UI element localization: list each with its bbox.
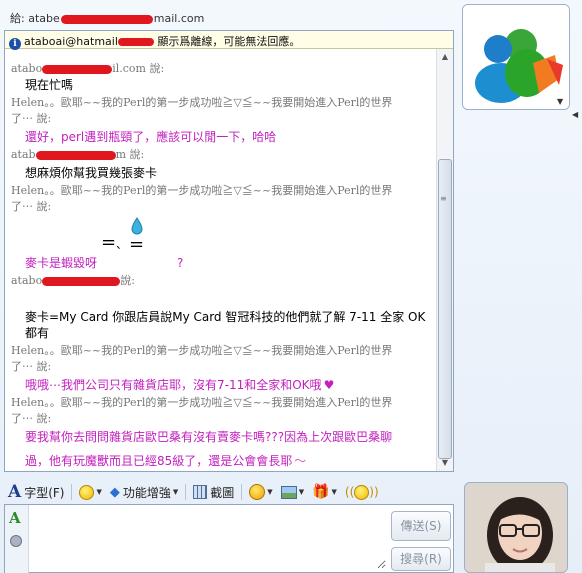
message-text: 想麻煩你幫我買幾張麥卡 bbox=[25, 166, 158, 180]
gift-icon: 🎁 bbox=[312, 484, 330, 500]
wink-icon bbox=[249, 484, 266, 500]
redaction-mark bbox=[117, 38, 154, 46]
voice-clip-icon[interactable] bbox=[10, 535, 22, 547]
message-text: 過，他有玩魔獸而且已經85級了，還是公會會長耶〜 bbox=[25, 454, 307, 468]
message-input[interactable] bbox=[31, 507, 386, 569]
scroll-up-arrow[interactable]: ▲ bbox=[437, 49, 453, 65]
gift-button[interactable]: 🎁 ▼ bbox=[308, 481, 341, 503]
offline-notice: i ataboai@hatmail 顯示爲離線，可能無法回應。 bbox=[5, 31, 453, 50]
nudge-button[interactable]: (()) bbox=[341, 481, 383, 503]
divider bbox=[185, 484, 187, 500]
chevron-down-icon: ▼ bbox=[298, 488, 305, 496]
messenger-buddy-icon bbox=[463, 5, 569, 109]
recipient-suffix: mail.com bbox=[153, 12, 205, 25]
font-icon: A bbox=[8, 482, 22, 502]
message-text: 現在忙嗎 bbox=[25, 78, 74, 92]
expand-arrow-icon[interactable]: ◀ bbox=[572, 110, 578, 119]
contact-display-picture[interactable]: ▼ bbox=[462, 4, 570, 110]
chevron-down-icon: ▼ bbox=[331, 488, 337, 496]
wink-button[interactable]: ▼ bbox=[245, 481, 276, 503]
sender-line: Helen。。歐耶~~我的Perl的第一步成功啦≧▽≦~~我要開始進入Perl的… bbox=[11, 344, 393, 357]
message-text: 還好，perl遇到瓶頸了，應該可以閒一下，哈哈 bbox=[25, 130, 277, 144]
sender-line: atab m 說: bbox=[11, 148, 145, 161]
screenshot-button[interactable]: 截圖 bbox=[189, 481, 238, 503]
font-button[interactable]: A 字型(F) bbox=[4, 481, 68, 503]
grid-icon bbox=[193, 485, 208, 499]
face-icon bbox=[354, 484, 370, 500]
divider bbox=[71, 484, 73, 500]
chevron-down-icon: ▼ bbox=[172, 488, 179, 496]
message-text: 麥卡是蝦毀呀? bbox=[25, 256, 184, 270]
scroll-down-arrow[interactable]: ▼ bbox=[437, 455, 453, 471]
redaction-mark bbox=[35, 150, 116, 160]
divider bbox=[241, 484, 243, 500]
handwrite-icon[interactable]: A bbox=[9, 509, 21, 527]
screenshot-label: 截圖 bbox=[210, 485, 235, 500]
background-button[interactable]: ▼ bbox=[277, 481, 308, 503]
notice-contact: ataboai@hatmail bbox=[24, 35, 118, 48]
vertical-scrollbar[interactable]: ▲ ≡ ▼ bbox=[436, 49, 453, 471]
compose-toolbar: A 字型(F) ▼ ◆ 功能增強 ▼ 截圖 ▼ ▼ 🎁 ▼ (()) bbox=[4, 480, 454, 504]
notice-text: 顯示爲離線，可能無法回應。 bbox=[157, 35, 301, 48]
sender-line: 了⋯ 說: bbox=[11, 360, 52, 373]
emoticon-equals: =、 bbox=[101, 232, 128, 253]
emoticon-equals: = bbox=[129, 234, 145, 255]
user-photo bbox=[465, 483, 567, 572]
message-text: 哦哦⋯我們公司只有雜貨店耶，沒有7-11和全家和OK哦 ♥ bbox=[25, 378, 335, 392]
sender-line: 了⋯ 說: bbox=[11, 200, 52, 213]
sender-line: Helen。。歐耶~~我的Perl的第一步成功啦≧▽≦~~我要開始進入Perl的… bbox=[11, 396, 393, 409]
search-button[interactable]: 搜尋(R) bbox=[391, 547, 451, 571]
redaction-mark bbox=[60, 14, 153, 24]
compose-area: A 傳送(S) 搜尋(R) bbox=[4, 504, 454, 573]
recipient-prefix: atabe bbox=[28, 12, 60, 25]
scroll-thumb[interactable] bbox=[438, 159, 452, 459]
compose-side-tools: A bbox=[5, 505, 29, 573]
wave-icon: 〜 bbox=[294, 454, 307, 468]
redaction-mark bbox=[42, 64, 113, 74]
chat-window: 給: atabe mail.com i ataboai@hatmail 顯示爲離線，… bbox=[0, 0, 582, 573]
scroll-grip-icon: ≡ bbox=[440, 194, 447, 203]
sender-line: 了⋯ 說: bbox=[11, 112, 52, 125]
sender-line: Helen。。歐耶~~我的Perl的第一步成功啦≧▽≦~~我要開始進入Perl的… bbox=[11, 184, 393, 197]
diamond-icon: ◆ bbox=[109, 484, 120, 500]
sender-line: atabo 說: bbox=[11, 274, 135, 287]
feature-label: 功能增強 bbox=[122, 485, 171, 500]
to-label: 給: bbox=[10, 12, 25, 25]
sender-line: atabo il.com 說: bbox=[11, 62, 165, 75]
nudge-icon: (( bbox=[344, 485, 355, 499]
send-button[interactable]: 傳送(S) bbox=[391, 511, 451, 541]
chevron-down-icon: ▼ bbox=[267, 488, 273, 496]
feature-button[interactable]: ◆ 功能增強 ▼ bbox=[106, 481, 182, 503]
heart-icon: ♥ bbox=[323, 378, 335, 392]
sender-line: 了⋯ 說: bbox=[11, 412, 52, 425]
redaction-mark bbox=[42, 276, 121, 286]
message-history: atabo il.com 說: 現在忙嗎 Helen。。歐耶~~我的Perl的第一… bbox=[5, 49, 437, 471]
recipient-bar: 給: atabe mail.com bbox=[4, 4, 456, 30]
message-text: 麥卡=My Card 你跟店員說My Card 智冠科技的他們就了解 7-11 … bbox=[25, 310, 426, 324]
chevron-down-icon[interactable]: ▼ bbox=[557, 97, 563, 106]
message-text: 都有 bbox=[25, 326, 50, 340]
image-icon bbox=[280, 485, 297, 499]
sender-line: Helen。。歐耶~~我的Perl的第一步成功啦≧▽≦~~我要開始進入Perl的… bbox=[11, 96, 393, 109]
message-text: 要我幫你去問問雜貨店歐巴桑有沒有賣麥卡嗎???因為上次跟歐巴桑聊 bbox=[25, 430, 393, 444]
emoticon-button[interactable]: ▼ bbox=[75, 481, 105, 503]
chevron-down-icon: ▼ bbox=[96, 488, 102, 496]
smiley-icon bbox=[79, 484, 95, 500]
font-label: 字型(F) bbox=[24, 485, 65, 500]
conversation-panel: i ataboai@hatmail 顯示爲離線，可能無法回應。 atabo il.c… bbox=[4, 30, 454, 472]
my-display-picture[interactable] bbox=[464, 482, 568, 573]
